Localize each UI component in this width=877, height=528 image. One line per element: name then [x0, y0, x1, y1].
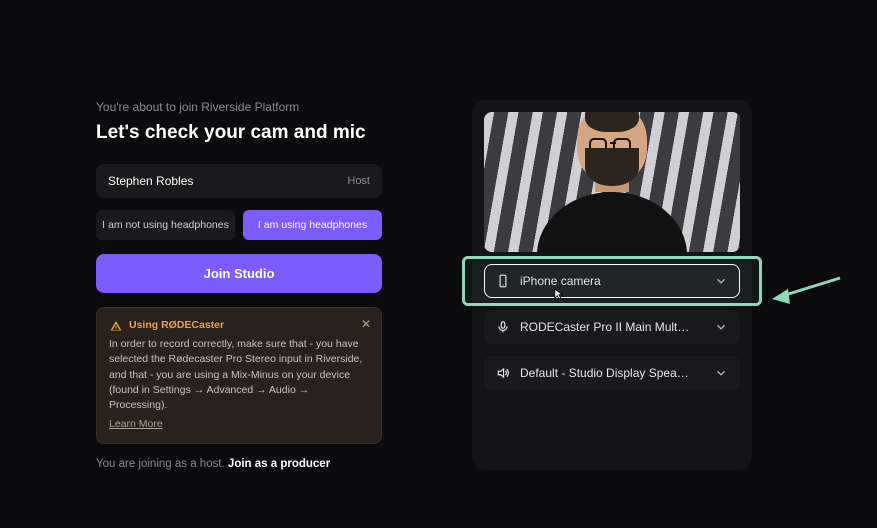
learn-more-link[interactable]: Learn More: [109, 417, 163, 432]
microphone-label: RODECaster Pro II Main Multitrack…: [520, 320, 690, 334]
not-using-headphones-button[interactable]: I am not using headphones: [96, 210, 235, 240]
user-role: Host: [347, 175, 370, 187]
page-title: Let's check your cam and mic: [96, 122, 382, 144]
footer-text: You are joining as a host.: [96, 458, 228, 470]
camera-preview: [484, 112, 740, 252]
cursor-icon: [554, 288, 564, 300]
alert-body: In order to record correctly, make sure …: [109, 337, 369, 413]
join-as-producer-link[interactable]: Join as a producer: [228, 458, 330, 470]
microphone-icon: [496, 320, 510, 334]
user-name: Stephen Robles: [108, 174, 193, 188]
close-icon[interactable]: ✕: [361, 316, 371, 333]
name-role-row[interactable]: Stephen Robles Host: [96, 164, 382, 198]
alert-title: Using RØDECaster: [129, 318, 224, 333]
using-headphones-button[interactable]: I am using headphones: [243, 210, 382, 240]
rodecaster-alert: ✕ Using RØDECaster In order to record co…: [96, 307, 382, 444]
chevron-down-icon: [714, 320, 728, 334]
speaker-select[interactable]: Default - Studio Display Speakers …: [484, 356, 740, 390]
speaker-icon: [496, 366, 510, 380]
speaker-label: Default - Studio Display Speakers …: [520, 366, 690, 380]
chevron-down-icon: [714, 366, 728, 380]
warning-icon: [109, 319, 123, 333]
join-subtitle: You're about to join Riverside Platform: [96, 100, 382, 114]
microphone-select[interactable]: RODECaster Pro II Main Multitrack…: [484, 310, 740, 344]
preview-panel: iPhone camera RODECaster Pro II Main Mul…: [472, 100, 752, 470]
phone-icon: [496, 274, 510, 288]
camera-select[interactable]: iPhone camera: [484, 264, 740, 298]
chevron-down-icon: [714, 274, 728, 288]
join-studio-button[interactable]: Join Studio: [96, 254, 382, 293]
camera-label: iPhone camera: [520, 274, 601, 288]
